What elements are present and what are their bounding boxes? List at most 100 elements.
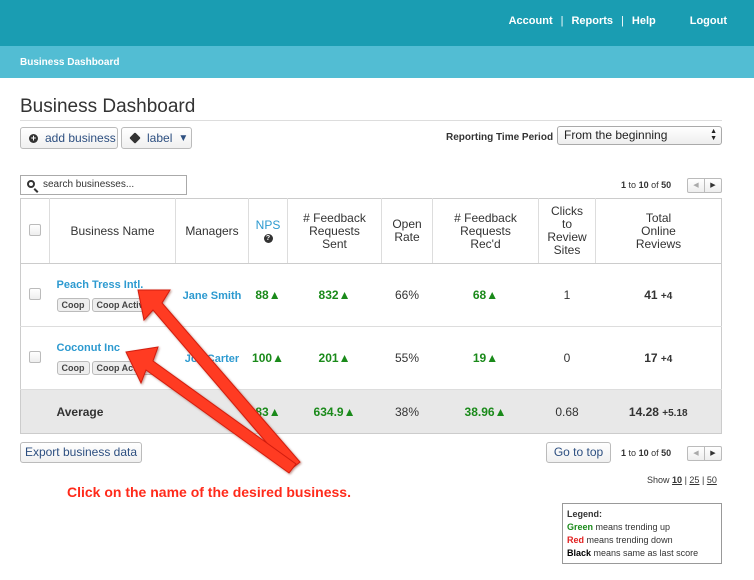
nps-value: 100▲ [248, 326, 288, 390]
sent-value: 201▲ [287, 326, 382, 390]
reporting-period-select[interactable]: From the beginning ▲ ▼ [557, 126, 722, 145]
badge-group: Coop Coop Active [56, 297, 170, 312]
col-clicks[interactable]: Clicks to Review Sites [538, 198, 596, 264]
avg-sent-value: 634.9▲ [287, 389, 382, 434]
recd-value: 68▲ [432, 263, 539, 327]
manager-link[interactable]: Jane Smith [183, 290, 242, 302]
select-all-header [20, 198, 50, 264]
nav-reports[interactable]: Reports [571, 15, 613, 27]
badge: Coop [56, 360, 90, 375]
label-dropdown-button[interactable]: label ▼ [121, 127, 192, 149]
table-row: Peach Tress Intl. Coop Coop Active Jane S… [20, 263, 722, 327]
search-icon [27, 180, 35, 188]
total-reviews-cell: 17 +4 [595, 326, 722, 390]
row-select-cell [20, 263, 50, 327]
manager-cell: Jane Smith [175, 263, 249, 327]
table-header-row: Business Name Managers NPS? # Feedback Re… [20, 198, 722, 264]
help-icon[interactable]: ? [263, 234, 273, 243]
page-size-25[interactable]: 25 [689, 475, 699, 485]
table-row: Coconut Inc Coop Coop Active Joe Carter 1… [20, 326, 722, 390]
pager-info-top: 1 to 10 of 50 [621, 180, 672, 190]
legend-green: Green means trending up [567, 522, 671, 532]
col-business-name[interactable]: Business Name [49, 198, 176, 264]
col-feedback-recd[interactable]: # Feedback Requests Rec'd [432, 198, 539, 264]
sent-value: 832▲ [287, 263, 382, 327]
clicks-value: 0 [538, 326, 596, 390]
average-row: Average 83▲ 634.9▲ 38% 38.96▲ 0.68 14.28… [20, 389, 722, 434]
badge: Coop Active [91, 360, 154, 375]
badge: Coop Active [91, 297, 154, 312]
avg-recd-value: 38.96▲ [432, 389, 539, 434]
pager-buttons-top: ◀ ▶ [687, 178, 722, 193]
business-cell: Peach Tress Intl. Coop Coop Active [49, 263, 176, 327]
prev-page-button[interactable]: ◀ [688, 179, 705, 192]
total-reviews-value: 41 [644, 288, 658, 302]
breadcrumb[interactable]: Business Dashboard [20, 57, 119, 68]
business-table: Business Name Managers NPS? # Feedback Re… [20, 198, 722, 434]
go-to-top-button[interactable]: Go to top [546, 442, 611, 463]
page-size-50[interactable]: 50 [707, 475, 717, 485]
avg-nps-value: 83▲ [248, 389, 288, 434]
reporting-period-label: Reporting Time Period [446, 132, 554, 143]
breadcrumb-bar: Business Dashboard [0, 46, 754, 78]
business-cell: Coconut Inc Coop Coop Active [49, 326, 176, 390]
manager-link[interactable]: Joe Carter [185, 353, 239, 365]
row-select-cell [20, 326, 50, 390]
top-nav: Account | Reports | Help Logout [509, 15, 727, 27]
avg-open-rate-value: 38% [381, 389, 433, 434]
nps-value: 88▲ [248, 263, 288, 327]
select-arrows-icon: ▲ ▼ [710, 128, 717, 142]
avg-total-delta: +5.18 [662, 407, 688, 419]
label-text: label [147, 131, 173, 145]
avg-clicks-value: 0.68 [538, 389, 596, 434]
search-input[interactable]: search businesses... [20, 175, 187, 195]
next-page-button[interactable]: ▶ [705, 447, 721, 460]
total-reviews-delta: +4 [660, 354, 673, 365]
legend-title: Legend: [567, 509, 602, 519]
legend-red: Red means trending down [567, 535, 673, 545]
badge: Coop [56, 297, 90, 312]
show-label: Show [647, 475, 670, 485]
business-name-link[interactable]: Peach Tress Intl. [57, 279, 176, 291]
nav-separator: | [621, 15, 624, 27]
tag-icon [129, 132, 141, 144]
nav-logout[interactable]: Logout [690, 15, 727, 27]
page-size-selector: Show 10 | 25 | 50 [647, 475, 717, 485]
caret-down-icon: ▼ [178, 132, 189, 144]
top-bar: Account | Reports | Help Logout [0, 0, 754, 46]
col-feedback-sent[interactable]: # Feedback Requests Sent [287, 198, 382, 264]
col-nps[interactable]: NPS? [248, 198, 288, 264]
clicks-value: 1 [538, 263, 596, 327]
legend-black: Black means same as last score [567, 548, 699, 558]
nav-help[interactable]: Help [632, 15, 656, 27]
nav-separator: | [560, 15, 564, 27]
total-reviews-value: 17 [644, 351, 658, 365]
legend-box: Legend: Green means trending up Red mean… [562, 503, 722, 564]
average-label: Average [49, 389, 176, 434]
next-page-button[interactable]: ▶ [705, 179, 721, 192]
page-title: Business Dashboard [20, 96, 196, 117]
recd-value: 19▲ [432, 326, 539, 390]
row-checkbox[interactable] [29, 350, 42, 363]
total-reviews-cell: 41 +4 [595, 263, 722, 327]
add-business-button[interactable]: + add business [20, 127, 118, 149]
title-divider [20, 120, 722, 121]
export-data-button[interactable]: Export business data [20, 442, 142, 463]
add-business-label: add business [45, 131, 116, 145]
badge-group: Coop Coop Active [56, 360, 170, 375]
select-all-checkbox[interactable] [29, 223, 41, 236]
pager-buttons-bottom: ◀ ▶ [687, 446, 722, 461]
business-name-link[interactable]: Coconut Inc [57, 342, 176, 354]
page-size-10[interactable]: 10 [672, 475, 682, 485]
col-open-rate[interactable]: Open Rate [381, 198, 433, 264]
search-placeholder: search businesses... [43, 179, 135, 190]
col-managers[interactable]: Managers [175, 198, 249, 264]
row-checkbox[interactable] [29, 287, 42, 300]
avg-total-value: 14.28 [628, 404, 659, 419]
open-rate-value: 55% [381, 326, 433, 390]
nav-account[interactable]: Account [509, 15, 553, 27]
open-rate-value: 66% [381, 263, 433, 327]
prev-page-button[interactable]: ◀ [688, 447, 705, 460]
plus-circle-icon: + [29, 132, 38, 143]
col-total-reviews[interactable]: Total Online Reviews [595, 198, 722, 264]
